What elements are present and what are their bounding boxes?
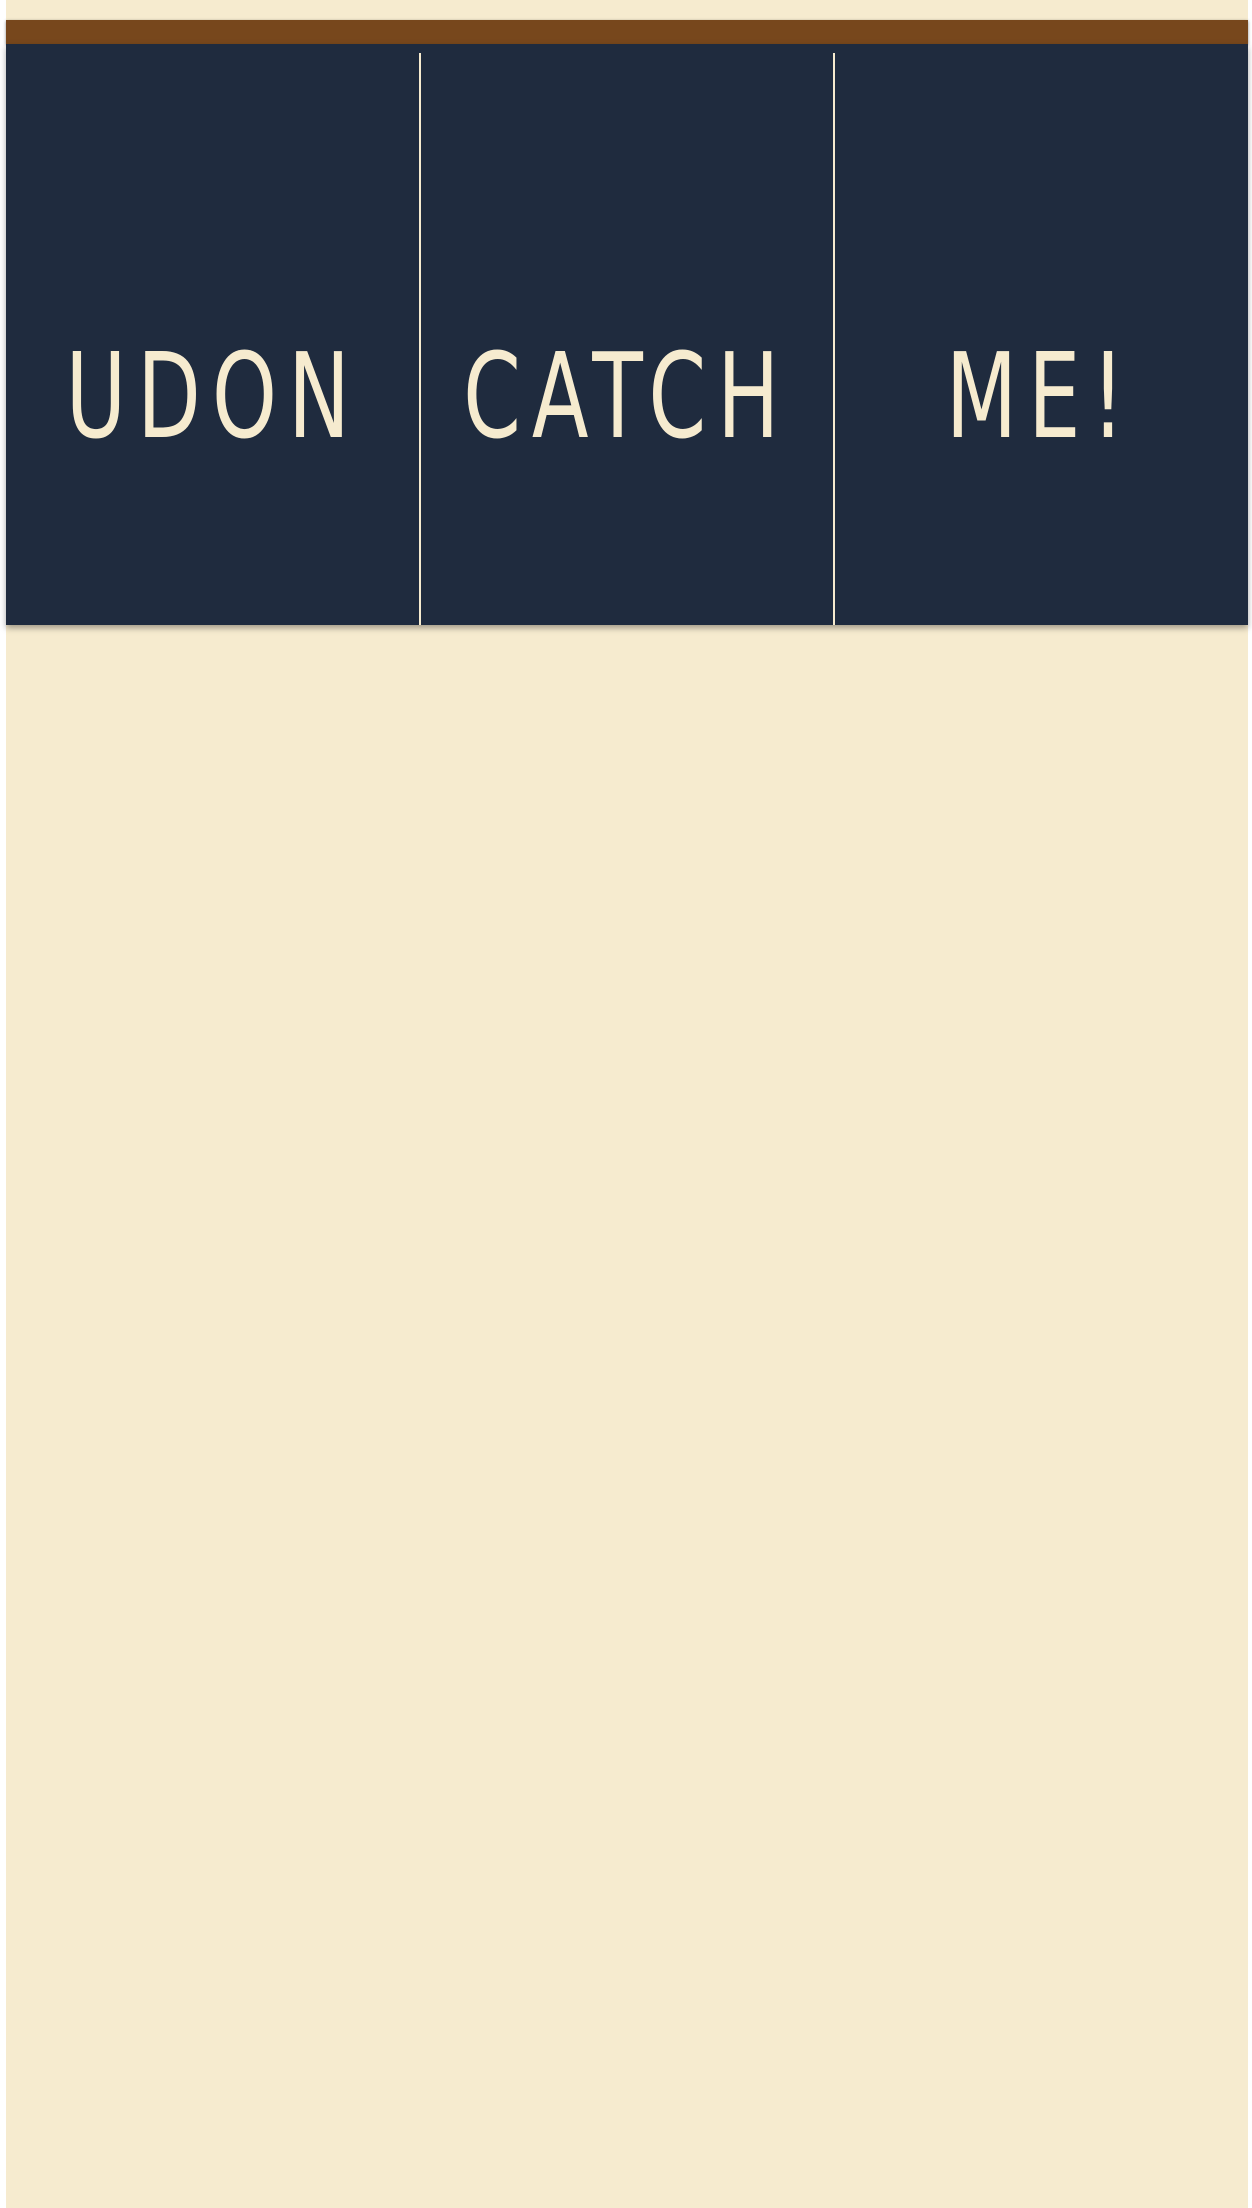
game-screen: Udon Catch Me! [0,0,1252,2208]
title-panel-2: Catch [420,44,834,625]
title-word-me: Me! [946,326,1136,465]
wooden-top-bar [6,20,1248,44]
title-panel-3: Me! [834,44,1248,625]
title-board: Udon Catch Me! [6,44,1248,625]
title-panel-1: Udon [6,44,420,625]
play-area [6,625,1248,2208]
title-word-catch: Catch [463,326,791,465]
right-edge [1248,0,1252,2208]
title-word-udon: Udon [65,326,361,465]
